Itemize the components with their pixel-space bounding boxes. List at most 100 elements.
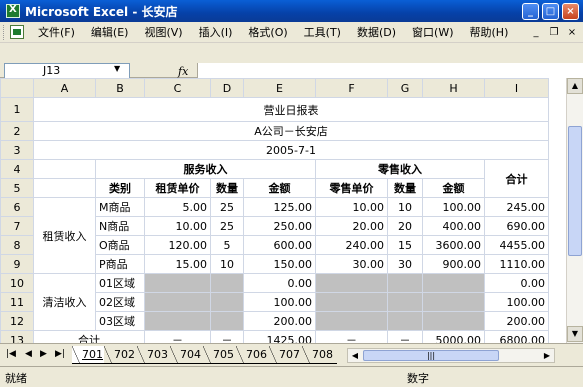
row-header[interactable]: 2 <box>0 121 34 141</box>
amount-header[interactable]: 金额 <box>422 178 485 198</box>
cleaning-income-label[interactable]: 清洁收入 <box>33 273 96 331</box>
table-cell[interactable]: 200.00 <box>243 311 316 331</box>
report-title[interactable]: 营业日报表 <box>33 97 549 122</box>
table-cell[interactable]: 10 <box>210 254 244 274</box>
table-cell[interactable]: O商品 <box>95 235 145 255</box>
table-cell[interactable]: 15.00 <box>144 254 211 274</box>
row-header[interactable]: 1 <box>0 97 34 122</box>
menu-edit[interactable]: 编辑(E) <box>83 24 137 40</box>
menu-file[interactable]: 文件(F) <box>30 24 83 40</box>
table-cell[interactable]: 900.00 <box>422 254 485 274</box>
rental-income-label[interactable]: 租赁收入 <box>33 197 96 274</box>
table-cell[interactable] <box>144 311 211 331</box>
table-cell[interactable] <box>315 311 388 331</box>
table-cell[interactable]: 100.00 <box>484 292 549 312</box>
table-cell[interactable]: 5.00 <box>144 197 211 217</box>
rent-price-header[interactable]: 租赁单价 <box>144 178 211 198</box>
table-cell[interactable] <box>387 311 423 331</box>
cell[interactable] <box>33 159 96 179</box>
table-cell[interactable]: 25 <box>210 216 244 236</box>
fx-icon[interactable]: fx <box>178 65 188 78</box>
table-cell[interactable]: 200.00 <box>484 311 549 331</box>
vertical-scrollbar[interactable]: ▲ ▼ <box>566 78 583 343</box>
horizontal-scrollbar[interactable]: ◀ ||| ▶ <box>347 348 555 363</box>
table-cell[interactable]: 100.00 <box>243 292 316 312</box>
table-cell[interactable] <box>422 292 485 312</box>
vertical-scroll-thumb[interactable] <box>568 126 582 256</box>
row-header[interactable]: 7 <box>0 216 34 236</box>
table-cell[interactable]: － <box>387 330 423 343</box>
name-box[interactable]: J13 <box>4 63 130 79</box>
table-cell[interactable] <box>387 273 423 293</box>
column-header[interactable]: E <box>243 78 316 98</box>
row-header[interactable]: 9 <box>0 254 34 274</box>
table-cell[interactable]: 250.00 <box>243 216 316 236</box>
row-header[interactable]: 8 <box>0 235 34 255</box>
table-cell[interactable]: 10.00 <box>315 197 388 217</box>
sheet-tab-706[interactable]: 706 <box>236 346 271 364</box>
table-cell[interactable]: 1425.00 <box>243 330 316 343</box>
menu-view[interactable]: 视图(V) <box>136 24 190 40</box>
table-cell[interactable]: 400.00 <box>422 216 485 236</box>
column-header[interactable]: B <box>95 78 145 98</box>
table-cell[interactable]: 20 <box>387 216 423 236</box>
doc-minimize-button[interactable]: _ <box>529 27 543 38</box>
row-header[interactable]: 6 <box>0 197 34 217</box>
table-cell[interactable]: － <box>315 330 388 343</box>
table-cell[interactable]: 6800.00 <box>484 330 549 343</box>
prev-sheet-icon[interactable]: ◀ <box>25 349 32 359</box>
table-cell[interactable]: 20.00 <box>315 216 388 236</box>
table-cell[interactable] <box>387 292 423 312</box>
horizontal-scroll-thumb[interactable]: ||| <box>363 350 499 361</box>
column-header[interactable]: C <box>144 78 211 98</box>
table-cell[interactable]: 5 <box>210 235 244 255</box>
row-header[interactable]: 13 <box>0 330 34 343</box>
close-button[interactable]: × <box>562 2 579 20</box>
retail-income-header[interactable]: 零售收入 <box>315 159 485 179</box>
column-header[interactable]: A <box>33 78 96 98</box>
column-header[interactable]: I <box>484 78 549 98</box>
column-header[interactable]: G <box>387 78 423 98</box>
first-sheet-icon[interactable]: |◀ <box>6 349 16 359</box>
table-cell[interactable]: 15 <box>387 235 423 255</box>
cell[interactable] <box>33 178 96 198</box>
table-cell[interactable]: 600.00 <box>243 235 316 255</box>
menu-format[interactable]: 格式(O) <box>240 24 295 40</box>
table-cell[interactable]: 150.00 <box>243 254 316 274</box>
table-cell[interactable] <box>422 311 485 331</box>
table-cell[interactable] <box>422 273 485 293</box>
sheet-tab-701[interactable]: 701 <box>72 346 107 364</box>
row-header[interactable]: 11 <box>0 292 34 312</box>
column-header[interactable]: H <box>422 78 485 98</box>
table-cell[interactable]: 0.00 <box>484 273 549 293</box>
column-header[interactable]: D <box>210 78 244 98</box>
row-header[interactable]: 12 <box>0 311 34 331</box>
table-cell[interactable]: － <box>144 330 211 343</box>
service-income-header[interactable]: 服务收入 <box>95 159 316 179</box>
scroll-left-arrow-icon[interactable]: ◀ <box>348 349 362 362</box>
row-header[interactable]: 4 <box>0 159 34 179</box>
table-cell[interactable] <box>315 273 388 293</box>
toolbar-grip[interactable] <box>3 24 6 40</box>
menu-insert[interactable]: 插入(I) <box>191 24 241 40</box>
scroll-up-arrow-icon[interactable]: ▲ <box>567 78 583 94</box>
table-cell[interactable]: 10 <box>387 197 423 217</box>
row-header[interactable]: 5 <box>0 178 34 198</box>
sheet-tab-707[interactable]: 707 <box>269 346 304 364</box>
table-cell[interactable]: 25 <box>210 197 244 217</box>
table-cell[interactable]: 5000.00 <box>422 330 485 343</box>
total-header[interactable]: 合计 <box>484 159 549 198</box>
menu-window[interactable]: 窗口(W) <box>404 24 461 40</box>
table-cell[interactable] <box>144 273 211 293</box>
table-cell[interactable]: 245.00 <box>484 197 549 217</box>
minimize-button[interactable]: _ <box>522 2 539 20</box>
formula-input[interactable] <box>197 63 583 79</box>
select-all-corner[interactable] <box>0 78 34 98</box>
table-cell[interactable] <box>315 292 388 312</box>
doc-restore-button[interactable]: ❐ <box>547 27 561 38</box>
worksheet-grid[interactable]: A B C D E F G H I 1 营业日报表 2 A公司－长安店 3 20… <box>0 78 566 343</box>
date-cell[interactable]: 2005-7-1 <box>33 140 549 160</box>
category-header[interactable]: 类别 <box>95 178 145 198</box>
table-cell[interactable]: 03区域 <box>95 311 145 331</box>
sheet-tab-703[interactable]: 703 <box>137 346 172 364</box>
